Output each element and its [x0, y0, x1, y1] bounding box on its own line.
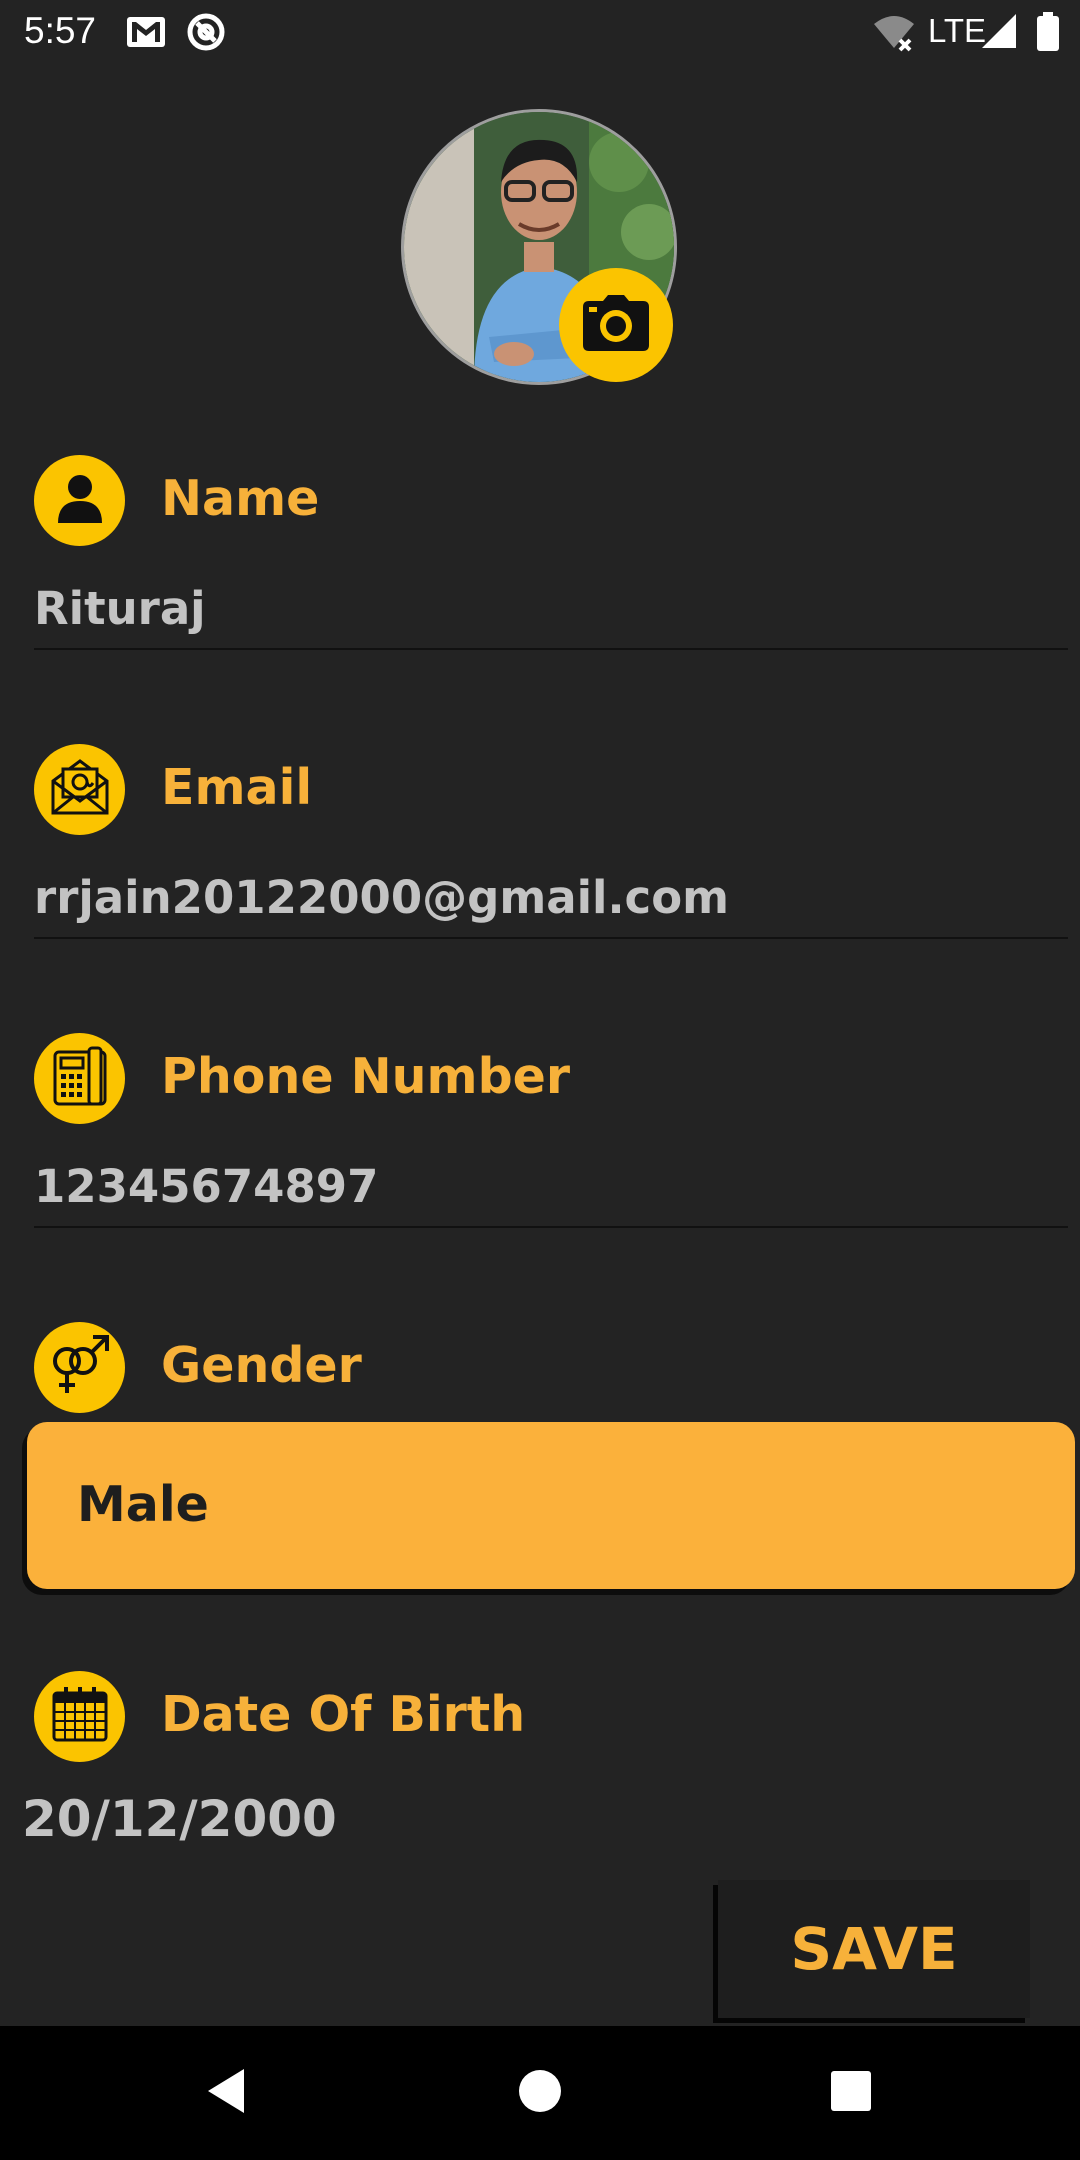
- person-icon: [56, 473, 104, 528]
- battery-icon: [1036, 12, 1060, 57]
- gender-select[interactable]: Male: [27, 1422, 1075, 1589]
- gmail-icon: [125, 12, 167, 57]
- gender-icon: [49, 1333, 111, 1402]
- name-field[interactable]: Rituraj: [34, 582, 206, 635]
- gender-icon-badge: [34, 1322, 125, 1413]
- phone-underline: [34, 1226, 1068, 1228]
- nav-recents-button[interactable]: [806, 2048, 896, 2138]
- nav-back-button[interactable]: [181, 2048, 271, 2138]
- camera-icon: [583, 294, 649, 356]
- name-underline: [34, 648, 1068, 650]
- recents-icon: [829, 2069, 873, 2118]
- status-bar: 5:57 LTE: [0, 0, 1080, 66]
- email-icon: [49, 757, 111, 822]
- status-time: 5:57: [24, 10, 97, 51]
- dob-label: Date Of Birth: [161, 1686, 526, 1743]
- calendar-icon: [51, 1685, 109, 1748]
- dob-icon-badge: [34, 1671, 125, 1762]
- email-icon-badge: [34, 744, 125, 835]
- at-sign-icon: [185, 12, 227, 57]
- phone-icon: [53, 1046, 107, 1111]
- wifi-off-icon: [872, 12, 916, 57]
- email-field[interactable]: rrjain20122000@gmail.com: [34, 871, 729, 924]
- save-button-label: SAVE: [790, 1915, 958, 1983]
- name-icon-badge: [34, 455, 125, 546]
- signal-icon: [980, 12, 1018, 55]
- email-underline: [34, 937, 1068, 939]
- avatar-container: [401, 109, 677, 385]
- phone-icon-badge: [34, 1033, 125, 1124]
- name-label: Name: [161, 470, 320, 527]
- back-icon: [204, 2067, 248, 2120]
- gender-selected-value: Male: [77, 1476, 209, 1533]
- change-photo-button[interactable]: [559, 268, 673, 382]
- dob-field[interactable]: 20/12/2000: [22, 1790, 337, 1848]
- phone-label: Phone Number: [161, 1048, 571, 1105]
- network-type: LTE: [928, 12, 987, 49]
- gender-label: Gender: [161, 1337, 362, 1394]
- navigation-bar: [0, 2026, 1080, 2160]
- email-label: Email: [161, 759, 313, 816]
- home-icon: [518, 2069, 562, 2118]
- save-button[interactable]: SAVE: [718, 1880, 1030, 2018]
- phone-field[interactable]: 12345674897: [34, 1160, 378, 1213]
- nav-home-button[interactable]: [495, 2048, 585, 2138]
